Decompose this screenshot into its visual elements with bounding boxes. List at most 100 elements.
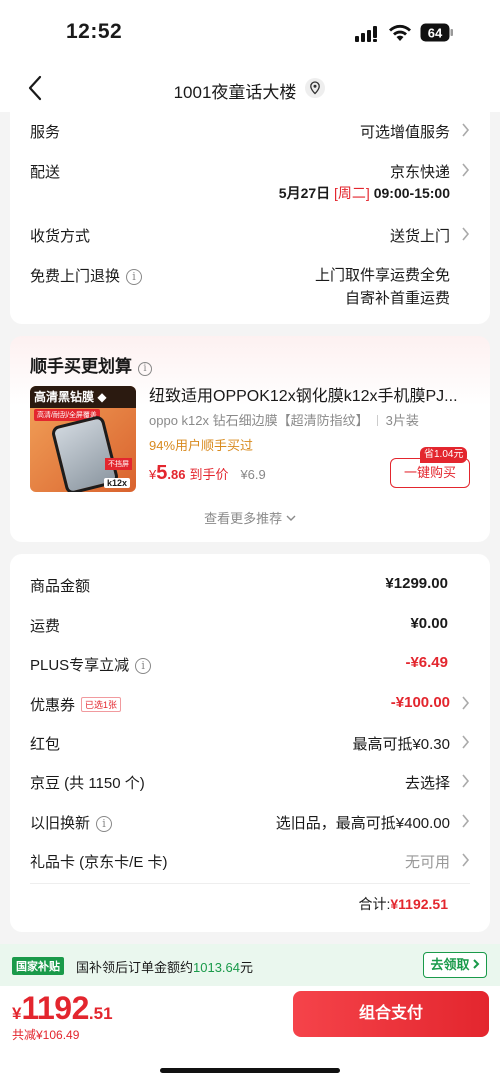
service-value: 可选增值服务 — [359, 124, 450, 141]
signal-icon — [355, 26, 377, 42]
claim-label: 去领取 — [430, 957, 470, 972]
subsidy-text-label: 国补领后订单金额约 — [76, 960, 194, 975]
product-spec-text: oppo k12x 钻石细边膜【超清防指纹】 — [149, 413, 369, 428]
row-value: 选旧品，最高可抵¥400.00 — [275, 815, 450, 832]
shipping-value: 京东快递 — [389, 164, 450, 181]
shipping-date: 5月27日 — [278, 185, 331, 201]
total-value: ¥1192.51 — [390, 896, 448, 912]
more-recommendations-link[interactable]: 查看更多推荐 — [10, 508, 490, 527]
price-suffix: 到手价 — [189, 467, 229, 482]
battery-level: 64 — [428, 26, 443, 41]
row-label: 红包 — [30, 736, 61, 753]
chevron-right-icon — [462, 853, 470, 867]
chevron-right-icon — [462, 696, 470, 710]
row-label: PLUS专享立减 i — [30, 654, 152, 675]
product-count: 3片装 — [385, 413, 419, 428]
nav-bar: 1001夜童话大楼 — [0, 64, 500, 112]
info-icon[interactable]: i — [126, 269, 143, 285]
row-value: ¥1299.00 — [385, 575, 448, 592]
order-total: 合计:¥1192.51 — [358, 894, 448, 914]
info-icon[interactable]: i — [135, 658, 152, 674]
chevron-down-icon — [286, 515, 296, 521]
product-image-model: k12x — [103, 478, 130, 488]
row-label: 以旧换新 i — [30, 812, 113, 833]
chevron-right-icon — [462, 123, 470, 137]
shipping-time: 09:00-15:00 — [373, 185, 450, 201]
chevron-right-icon — [462, 814, 470, 828]
receive-label: 收货方式 — [30, 228, 91, 245]
row-value: ¥0.00 — [410, 615, 448, 632]
row-label: 优惠券 已选1张 — [30, 694, 122, 715]
service-label: 服务 — [30, 124, 61, 141]
product-image-head: 高清黑钻膜 ◆ — [30, 386, 136, 408]
subsidy-bar: 国家补贴 国补领后订单金额约1013.64元 去领取 — [0, 944, 500, 986]
product-spec: oppo k12x 钻石细边膜【超清防指纹】 3片装 — [149, 410, 419, 429]
return-value-line2: 自寄补首重运费 — [344, 290, 450, 307]
row-value: 无可用 — [404, 854, 450, 871]
row-label: 礼品卡 (京东卡/E 卡) — [30, 854, 168, 871]
product-image-badge: 不挡屏 — [105, 458, 132, 470]
addon-card: 顺手买更划算 i 高清黑钻膜 ◆ 高清/耐刮/全屏覆盖 不挡屏 k12x 纽致适用… — [10, 336, 490, 542]
shipping-label: 配送 — [30, 164, 61, 181]
chevron-right-icon — [462, 163, 470, 177]
return-label-text: 免费上门退换 — [30, 268, 121, 285]
summary-card: 商品金额 ¥1299.00 运费 ¥0.00 PLUS专享立减 i -¥6.49 … — [10, 554, 490, 932]
row-label-text: 优惠券 — [30, 697, 76, 714]
addon-title-text: 顺手买更划算 — [30, 357, 132, 376]
row-label: 京豆 (共 1150 个) — [30, 775, 145, 792]
page-title: 1001夜童话大楼 — [0, 78, 500, 103]
status-time: 12:52 — [66, 20, 123, 43]
return-label: 免费上门退换 i — [30, 265, 143, 286]
shipping-schedule: 5月27日 [周二] 09:00-15:00 — [279, 183, 450, 203]
return-value-line1: 上门取件享运费全免 — [314, 267, 450, 284]
chevron-right-icon — [472, 959, 479, 969]
divider — [30, 883, 470, 884]
total-label: 合计: — [358, 896, 391, 912]
battery-icon: 64 — [420, 23, 453, 42]
wifi-icon — [389, 24, 411, 41]
row-label: 商品金额 — [30, 578, 91, 595]
row-value: 最高可抵¥0.30 — [352, 736, 450, 753]
product-name[interactable]: 纽致适用OPPOK12x钢化膜k12x手机膜PJ... — [149, 382, 474, 406]
home-indicator[interactable] — [160, 1068, 340, 1073]
diamond-icon: ◆ — [97, 390, 107, 404]
claim-subsidy-button[interactable]: 去领取 — [423, 952, 487, 978]
chevron-right-icon — [462, 774, 470, 788]
product-image[interactable]: 高清黑钻膜 ◆ 高清/耐刮/全屏覆盖 不挡屏 k12x — [30, 386, 136, 492]
shipping-weekday: [周二] — [334, 185, 370, 201]
chevron-right-icon — [462, 227, 470, 241]
addon-title: 顺手买更划算 i — [30, 352, 152, 377]
status-bar: 12:52 64 — [0, 0, 500, 64]
image-head-text: 高清黑钻膜 — [34, 390, 95, 404]
product-price: ¥5.86 到手价 ¥6.9 — [149, 462, 266, 485]
final-price: ¥1192.51 — [12, 990, 113, 1027]
info-icon[interactable]: i — [138, 362, 152, 376]
total-reduction: 共减¥106.49 — [12, 1028, 80, 1042]
price-dec: .86 — [167, 467, 186, 482]
location-pin-icon[interactable] — [304, 77, 326, 99]
receive-value: 送货上门 — [389, 228, 450, 245]
row-value: -¥6.49 — [405, 654, 448, 671]
more-label: 查看更多推荐 — [204, 511, 283, 526]
row-label: 运费 — [30, 618, 61, 635]
subsidy-unit: 元 — [240, 960, 254, 975]
chevron-right-icon — [462, 735, 470, 749]
coupon-tag: 已选1张 — [81, 697, 122, 712]
old-price: ¥6.9 — [240, 467, 266, 482]
row-label-text: 以旧换新 — [30, 815, 91, 832]
final-price-int: 1192 — [21, 990, 89, 1026]
delivery-card: 服务 可选增值服务 配送 京东快递 5月27日 [周二] 09:00-15:00… — [10, 112, 490, 324]
subsidy-badge: 国家补贴 — [12, 957, 64, 975]
product-rate: 94%用户顺手买过 — [149, 438, 254, 453]
combined-pay-button[interactable]: 组合支付 — [293, 991, 489, 1037]
final-price-dec: .51 — [88, 1004, 113, 1023]
row-value: -¥100.00 — [390, 694, 450, 711]
row-value: 去选择 — [404, 775, 450, 792]
save-tag: 省1.04元 — [420, 447, 468, 463]
row-label-text: PLUS专享立减 — [30, 657, 130, 674]
subsidy-amount: 1013.64 — [193, 960, 241, 975]
info-icon[interactable]: i — [96, 816, 113, 832]
price-int: 5 — [156, 462, 168, 484]
subsidy-text: 国补领后订单金额约1013.64元 — [76, 957, 253, 976]
checkout-bar: ¥1192.51 共减¥106.49 组合支付 — [0, 986, 500, 1084]
